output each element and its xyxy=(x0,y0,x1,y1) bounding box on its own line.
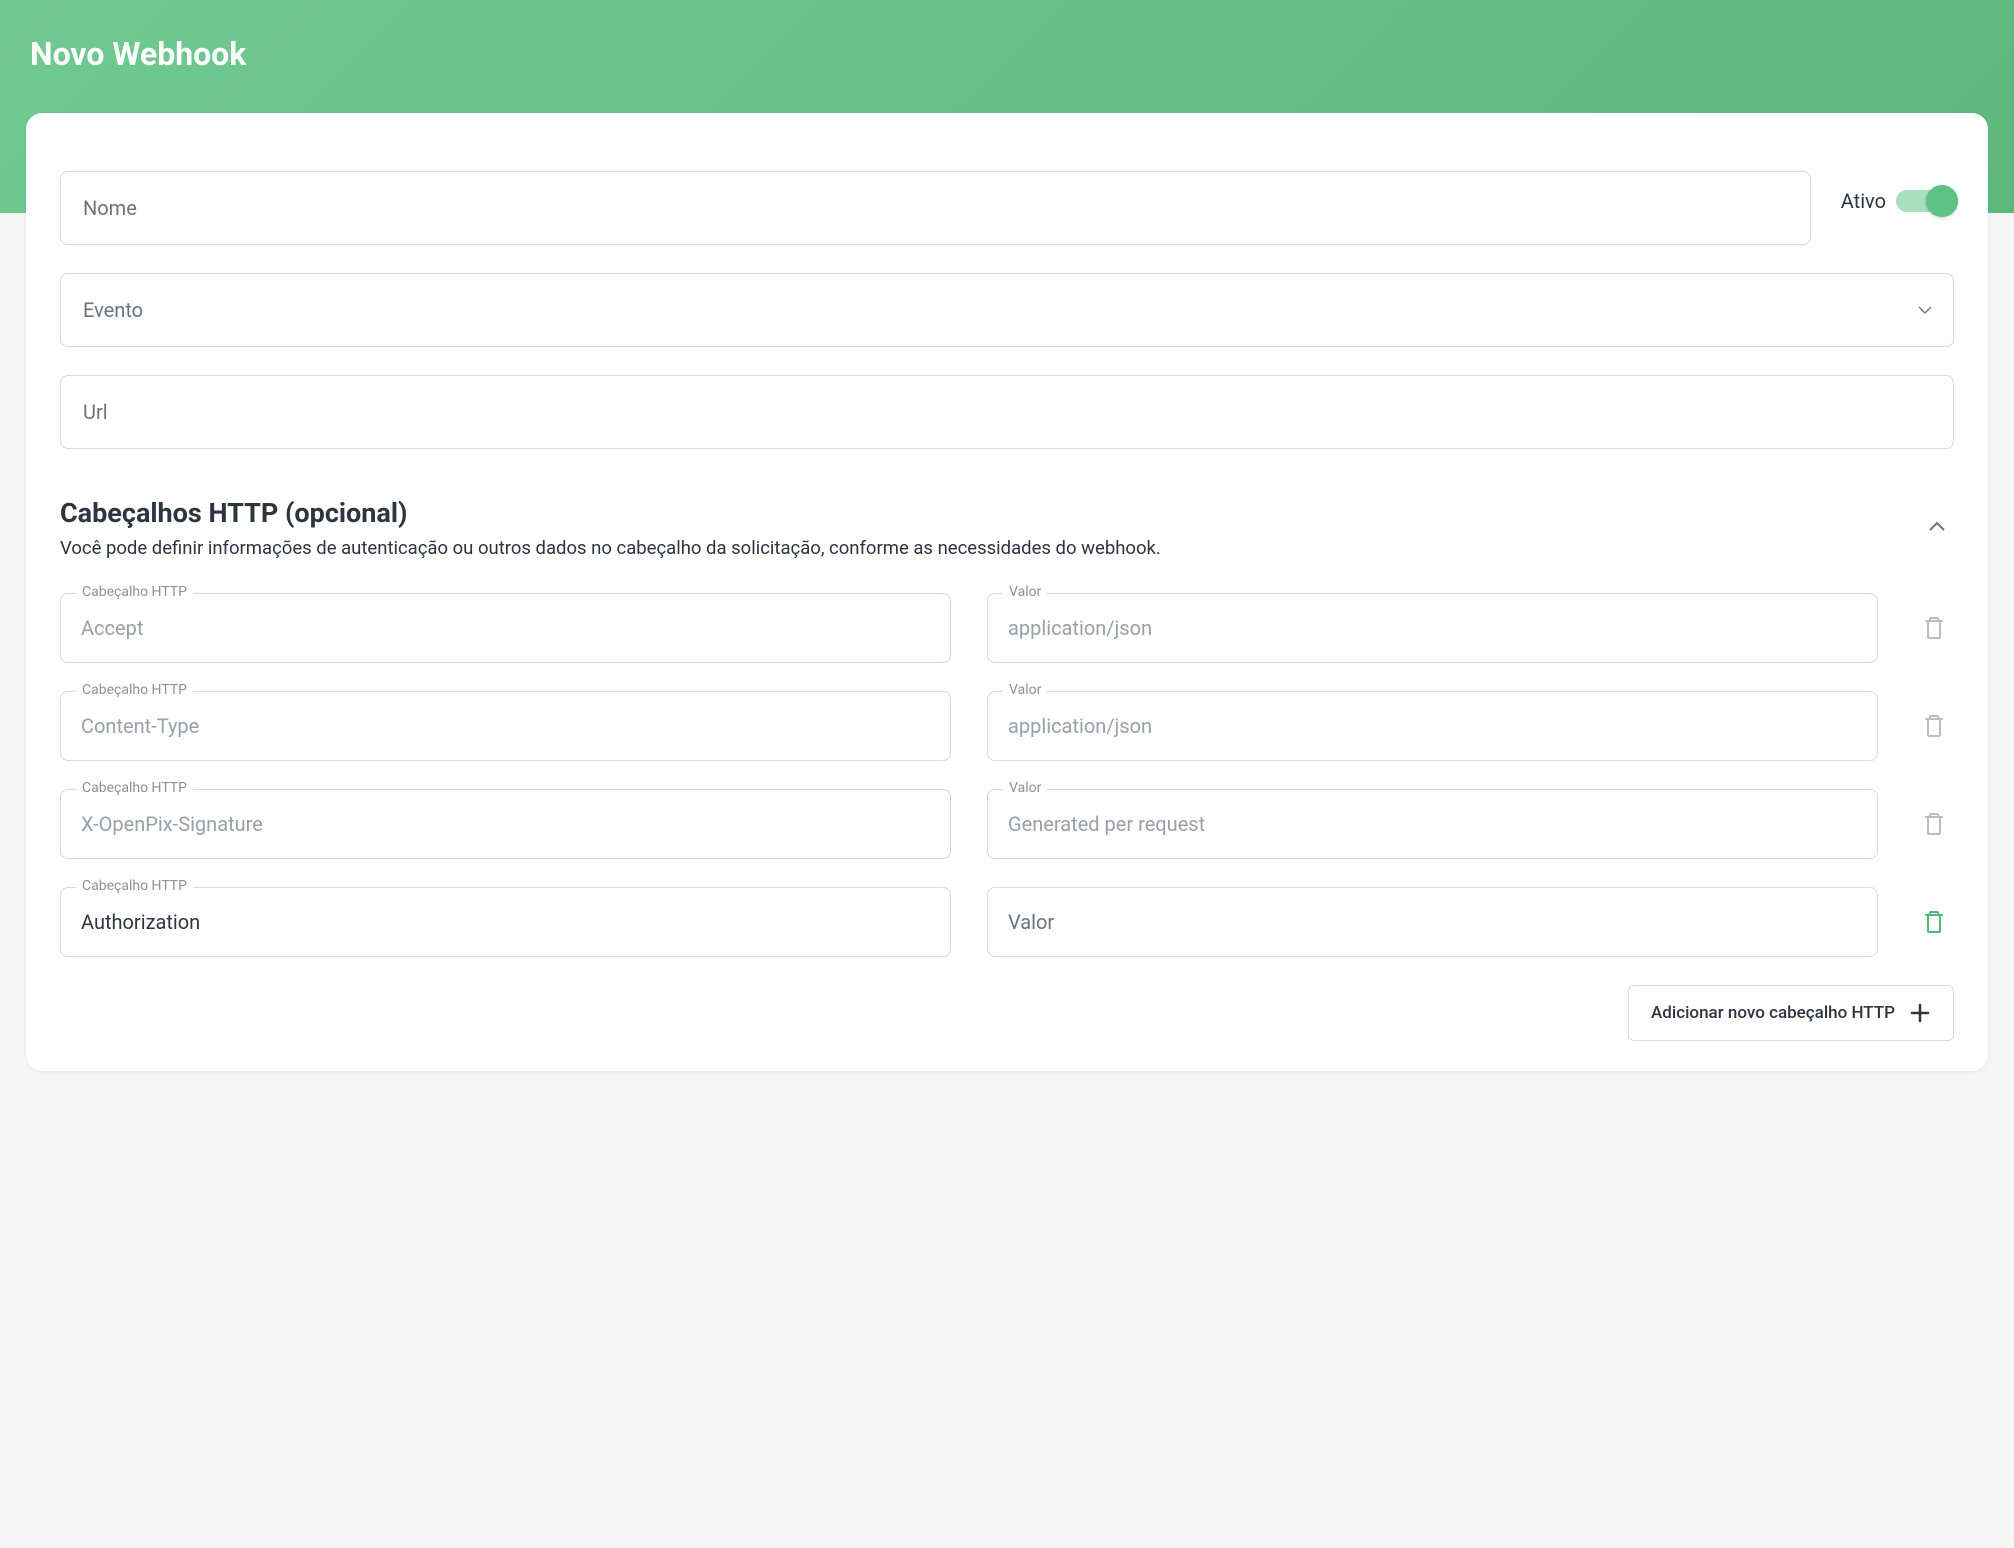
trash-icon xyxy=(1922,713,1946,739)
plus-icon xyxy=(1909,1002,1931,1024)
trash-icon xyxy=(1922,811,1946,837)
delete-header-button xyxy=(1914,705,1954,747)
webhook-form-card: Ativo Cabeçalhos HTTP (opcional) Você po… xyxy=(26,113,1988,1071)
header-field-label: Cabeçalho HTTP xyxy=(76,682,193,698)
add-http-header-button[interactable]: Adicionar novo cabeçalho HTTP xyxy=(1628,985,1954,1041)
trash-icon xyxy=(1922,615,1946,641)
http-header-value-input xyxy=(987,789,1878,859)
header-field-label: Cabeçalho HTTP xyxy=(76,584,193,600)
collapse-button[interactable] xyxy=(1920,513,1954,540)
url-field[interactable] xyxy=(60,375,1954,449)
chevron-up-icon xyxy=(1928,521,1946,532)
header-field-label: Cabeçalho HTTP xyxy=(76,780,193,796)
delete-header-button[interactable] xyxy=(1914,901,1954,943)
http-header-row: Cabeçalho HTTPValor xyxy=(60,789,1954,859)
header-field-label: Cabeçalho HTTP xyxy=(76,878,193,894)
http-header-value-input xyxy=(987,691,1878,761)
value-field-label: Valor xyxy=(1003,780,1047,796)
add-http-header-label: Adicionar novo cabeçalho HTTP xyxy=(1651,1003,1895,1023)
http-header-name-input xyxy=(60,789,951,859)
delete-header-button xyxy=(1914,607,1954,649)
delete-header-button xyxy=(1914,803,1954,845)
http-header-row: Cabeçalho HTTPValor xyxy=(60,593,1954,663)
value-field-label: Valor xyxy=(1003,584,1047,600)
http-headers-section-title: Cabeçalhos HTTP (opcional) xyxy=(60,497,1161,529)
http-header-row: Cabeçalho HTTPValor xyxy=(60,691,1954,761)
http-headers-list: Cabeçalho HTTPValorCabeçalho HTTPValorCa… xyxy=(60,581,1954,957)
trash-icon xyxy=(1922,909,1946,935)
http-headers-section-description: Você pode definir informações de autenti… xyxy=(60,535,1161,563)
http-header-name-input[interactable] xyxy=(60,887,951,957)
active-toggle-label: Ativo xyxy=(1841,189,1886,213)
http-header-name-input xyxy=(60,691,951,761)
http-header-row: Cabeçalho HTTP xyxy=(60,887,1954,957)
http-header-value-input[interactable] xyxy=(987,887,1878,957)
name-field[interactable] xyxy=(60,171,1811,245)
toggle-knob xyxy=(1926,185,1958,217)
event-select[interactable] xyxy=(60,273,1954,347)
http-header-name-input xyxy=(60,593,951,663)
http-header-value-input xyxy=(987,593,1878,663)
page-title: Novo Webhook xyxy=(30,35,1984,73)
value-field-label: Valor xyxy=(1003,682,1047,698)
active-toggle[interactable] xyxy=(1896,190,1954,212)
